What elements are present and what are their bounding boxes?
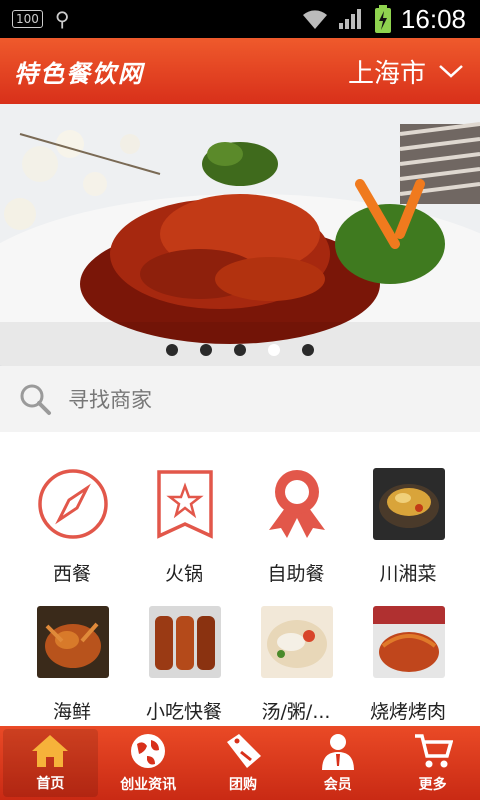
carousel-dot[interactable] (302, 344, 314, 356)
carousel-dot[interactable] (200, 344, 212, 356)
sale-tag-icon (226, 734, 261, 768)
nav-label: 会员 (323, 777, 352, 793)
battery-indicator-small: 100 (12, 10, 43, 28)
category-hotpot[interactable]: 火锅 (124, 432, 244, 585)
nav-home[interactable]: 首页 (3, 729, 98, 797)
bottom-navigation: 首页 创业资讯 团购 会员 更多 (0, 726, 480, 800)
cart-icon (414, 734, 453, 768)
seafood-photo (37, 606, 109, 678)
status-bar: 100 ⚲ 16:08 (0, 0, 480, 38)
city-label: 上海市 (347, 58, 426, 89)
food-banner-carousel[interactable] (0, 104, 480, 366)
category-buffet[interactable]: 自助餐 (236, 432, 356, 585)
nav-more[interactable]: 更多 (385, 726, 480, 800)
category-western[interactable]: 西餐 (12, 432, 132, 585)
compass-icon (37, 468, 109, 540)
bookmark-star-icon (149, 468, 221, 540)
category-grid: 西餐 火锅 自助餐 川湘菜 海鲜 小吃快餐 汤/粥/... 烧烤烤肉 (0, 432, 480, 726)
battery-charging-icon (374, 5, 391, 33)
app-logo: 特色餐饮网 (14, 58, 144, 88)
nav-label: 创业资讯 (120, 777, 177, 793)
nav-label: 首页 (36, 776, 65, 792)
category-label: 小吃快餐 (145, 701, 222, 723)
app-header: 特色餐饮网 上海市 (0, 38, 480, 104)
ribbon-award-icon (261, 468, 333, 540)
category-seafood[interactable]: 海鲜 (12, 570, 132, 723)
nav-label: 团购 (228, 777, 257, 793)
nav-label: 更多 (418, 777, 447, 793)
category-sichuan-hunan[interactable]: 川湘菜 (348, 432, 468, 585)
bbq-photo (373, 606, 445, 678)
city-selector[interactable]: 上海市 (348, 53, 480, 90)
nav-member[interactable]: 会员 (290, 726, 385, 800)
banner-image (0, 104, 480, 366)
category-label: 烧烤烤肉 (369, 701, 446, 723)
category-soup-porridge[interactable]: 汤/粥/... (236, 570, 356, 723)
search-bar[interactable]: 寻找商家 (0, 366, 480, 433)
sichuan-dish-photo (373, 468, 445, 540)
carousel-dots (0, 344, 480, 356)
category-bbq[interactable]: 烧烤烤肉 (348, 570, 468, 723)
search-icon (18, 381, 54, 417)
wifi-icon (302, 10, 327, 29)
clock: 16:08 (400, 3, 466, 34)
nav-business-news[interactable]: 创业资讯 (101, 726, 196, 800)
search-input[interactable]: 寻找商家 (68, 384, 152, 414)
category-snacks[interactable]: 小吃快餐 (124, 570, 244, 723)
home-icon (32, 735, 69, 767)
member-icon (321, 734, 354, 770)
soup-photo (261, 606, 333, 678)
category-label: 汤/粥/... (261, 701, 331, 723)
skewer-snacks-photo (149, 606, 221, 678)
globe-icon (131, 734, 166, 768)
chevron-down-icon (439, 65, 463, 78)
carousel-dot[interactable] (268, 344, 280, 356)
carousel-dot[interactable] (234, 344, 246, 356)
nav-group-buy[interactable]: 团购 (196, 726, 291, 800)
usb-icon: ⚲ (54, 7, 70, 31)
carousel-dot[interactable] (166, 344, 178, 356)
signal-icon (338, 9, 361, 29)
category-label: 海鲜 (52, 701, 91, 723)
